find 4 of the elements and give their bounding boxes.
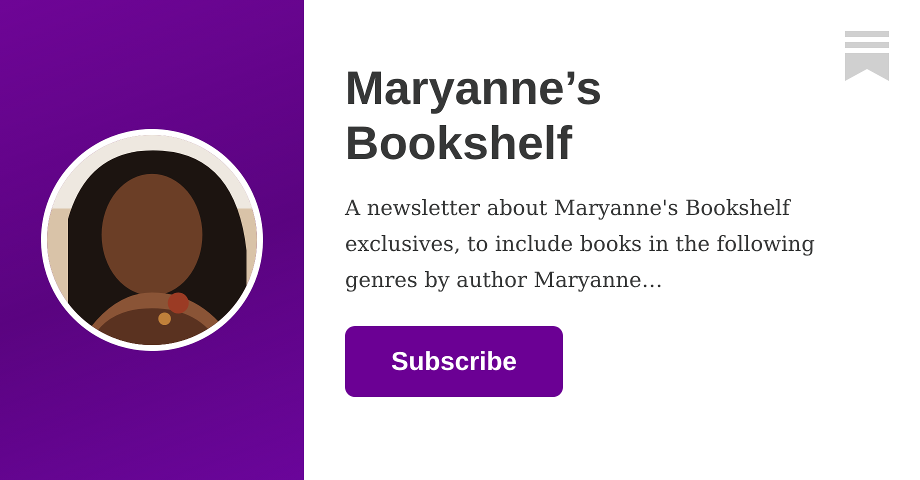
newsletter-title: Maryanne’s Bookshelf [345,60,603,170]
newsletter-description: A newsletter about Maryanne's Bookshelf exclusives, to include books in the following genres by author Maryanne… [345,195,816,294]
subscribe-button[interactable]: Subscribe [345,326,563,397]
bookmark-icon[interactable] [845,31,889,81]
